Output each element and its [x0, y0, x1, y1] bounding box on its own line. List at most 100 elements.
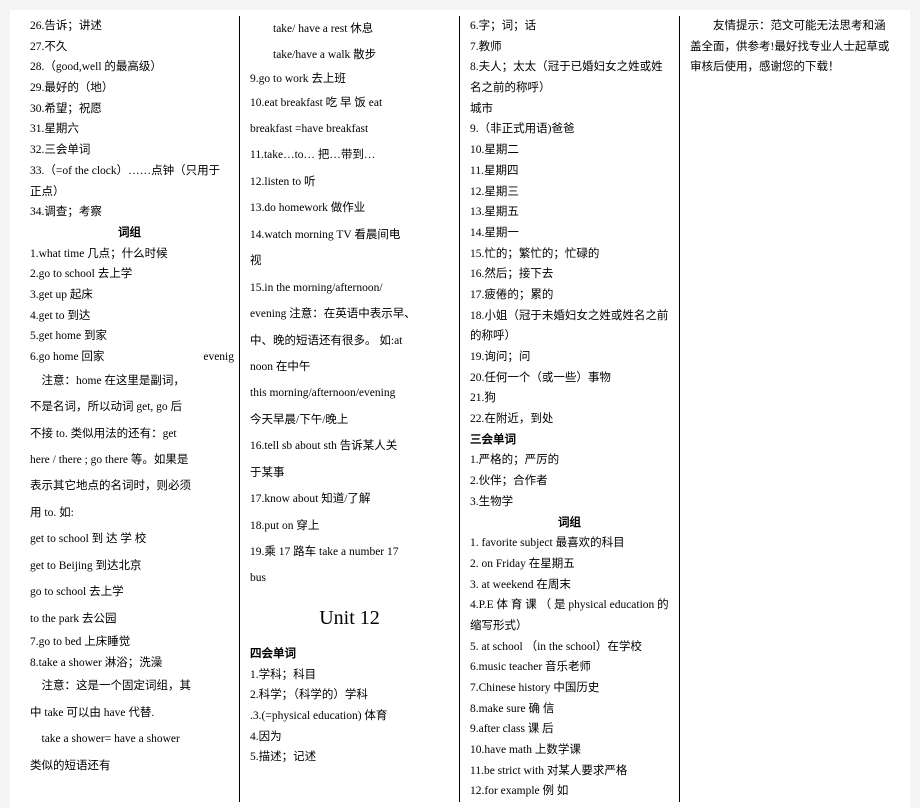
- column-2: take/ have a rest 休息 take/have a walk 散步…: [240, 16, 460, 802]
- vocab-item: 30.希望；祝愿: [30, 99, 229, 120]
- note-text: this morning/afternoon/evening: [250, 380, 449, 406]
- phrase-item: 17.know about 知道/了解: [250, 486, 449, 512]
- vocab-item: 10.星期二: [470, 140, 669, 161]
- note-text: 类似的短语还有: [30, 753, 229, 779]
- phrase-item: 6.go home 回家: [30, 351, 104, 363]
- unit-title: Unit 12: [250, 600, 449, 636]
- note-text: 注意：home 在这里是副词，: [30, 368, 229, 394]
- note-text: 不接 to. 类似用法的还有：get: [30, 421, 229, 447]
- example-text: to the park 去公园: [30, 606, 229, 632]
- phrase-item: 4.P.E 体 育 课 （ 是 physical education 的缩写形式…: [470, 595, 669, 636]
- phrase-heading: 词组: [470, 513, 669, 534]
- vocab-item: 21.狗: [470, 388, 669, 409]
- evenig-fragment: evenig: [203, 347, 234, 368]
- vocab-item: 33.（=of the clock）……点钟（只用于正点）: [30, 161, 229, 202]
- phrase-item: 9.go to work 去上班: [250, 69, 449, 90]
- phrase-item: bus: [250, 565, 449, 591]
- phrase-item: 7.go to bed 上床睡觉: [30, 632, 229, 653]
- phrase-item: 3.get up 起床: [30, 285, 229, 306]
- phrase-item: 18.put on 穿上: [250, 513, 449, 539]
- vocab-item: 11.星期四: [470, 161, 669, 182]
- phrase-item: 11.be strict with 对某人要求严格: [470, 761, 669, 782]
- note-text: 表示其它地点的名词时，则必须: [30, 473, 229, 499]
- vocab-item: 22.在附近，到处: [470, 409, 669, 430]
- column-4: 友情提示：范文可能无法思考和涵盖全面，供参考!最好找专业人士起草或审核后使用，感…: [680, 16, 900, 802]
- phrase-item: 13.do homework 做作业: [250, 195, 449, 221]
- vocab-item: 19.询问；问: [470, 347, 669, 368]
- phrase-item: 6.music teacher 音乐老师: [470, 657, 669, 678]
- vocab-item: 31.星期六: [30, 119, 229, 140]
- example-text: get to Beijing 到达北京: [30, 553, 229, 579]
- phrase-item: 19.乘 17 路车 take a number 17: [250, 539, 449, 565]
- phrase-item: 9.after class 课 后: [470, 719, 669, 740]
- phrase-item: 2. on Friday 在星期五: [470, 554, 669, 575]
- phrase-item: 15.in the morning/afternoon/: [250, 275, 449, 301]
- vocab-item: 34.调查；考察: [30, 202, 229, 223]
- phrase-item: 8.take a shower 淋浴；洗澡: [30, 653, 229, 674]
- vocab-item: 32.三会单词: [30, 140, 229, 161]
- vocab-item: 18.小姐（冠于未婚妇女之姓或姓名之前的称呼）: [470, 306, 669, 347]
- vocab-item: 城市: [470, 99, 669, 120]
- phrase-item: 8.make sure 确 信: [470, 699, 669, 720]
- vocab-item: 8.夫人；太太（冠于已婚妇女之姓或姓名之前的称呼）: [470, 57, 669, 98]
- vocab-item: 29.最好的（地）: [30, 78, 229, 99]
- vocab-item: .3.(=physical education) 体育: [250, 706, 449, 727]
- column-3: 6.字；词；话 7.教师 8.夫人；太太（冠于已婚妇女之姓或姓名之前的称呼） 城…: [460, 16, 680, 802]
- vocab-item: 4.因为: [250, 727, 449, 748]
- phrase-item: 12.listen to 听: [250, 169, 449, 195]
- phrase-item: 14.watch morning TV 看晨间电: [250, 222, 449, 248]
- vocab-item: 2.科学；（科学的）学科: [250, 685, 449, 706]
- note-text: 注意：这是一个固定词组，其: [30, 673, 229, 699]
- note-text: here / there ; go there 等。如果是: [30, 447, 229, 473]
- vocab-item: 14.星期一: [470, 223, 669, 244]
- vocab-item: 3.生物学: [470, 492, 669, 513]
- vocab-item: 17.疲倦的；累的: [470, 285, 669, 306]
- vocab-item: 1.严格的；严厉的: [470, 450, 669, 471]
- vocab-item: 1.学科；科目: [250, 665, 449, 686]
- vocab-item: 26.告诉；讲述: [30, 16, 229, 37]
- document-page: 26.告诉；讲述 27.不久 28.（good,well 的最高级） 29.最好…: [10, 10, 910, 808]
- phrase-item: 视: [250, 248, 449, 274]
- note-text: 中、晚的短语还有很多。 如:at: [250, 328, 449, 354]
- three-heading: 三会单词: [470, 430, 669, 451]
- note-text: 用 to. 如:: [30, 500, 229, 526]
- vocab-item: 15.忙的；繁忙的；忙碌的: [470, 244, 669, 265]
- phrase-item: 12.for example 例 如: [470, 781, 669, 802]
- tip-text: 友情提示：范文可能无法思考和涵盖全面，供参考!最好找专业人士起草或审核后使用，感…: [690, 16, 890, 78]
- note-text: noon 在中午: [250, 354, 449, 380]
- phrase-item: take/have a walk 散步: [250, 42, 449, 68]
- phrase-item: 10.eat breakfast 吃 早 饭 eat: [250, 90, 449, 116]
- phrase-item: 1.what time 几点；什么时候: [30, 244, 229, 265]
- phrase-item: breakfast =have breakfast: [250, 116, 449, 142]
- example-text: go to school 去上学: [30, 579, 229, 605]
- vocab-item: 12.星期三: [470, 182, 669, 203]
- vocab-item: 7.教师: [470, 37, 669, 58]
- vocab-item: 2.伙伴；合作者: [470, 471, 669, 492]
- phrase-item: 2.go to school 去上学: [30, 264, 229, 285]
- phrase-item: 于某事: [250, 460, 449, 486]
- vocab-item: 9.（非正式用语)爸爸: [470, 119, 669, 140]
- vocab-item: 27.不久: [30, 37, 229, 58]
- four-heading: 四会单词: [250, 644, 449, 665]
- note-text: 中 take 可以由 have 代替.: [30, 700, 229, 726]
- phrase-item: take/ have a rest 休息: [250, 16, 449, 42]
- note-text: 不是名词，所以动词 get, go 后: [30, 394, 229, 420]
- vocab-item: 5.描述；记述: [250, 747, 449, 768]
- phrase-item: 3. at weekend 在周末: [470, 575, 669, 596]
- phrase-item: 1. favorite subject 最喜欢的科目: [470, 533, 669, 554]
- vocab-item: 16.然后；接下去: [470, 264, 669, 285]
- note-text: take a shower= have a shower: [30, 726, 229, 752]
- phrase-item: 16.tell sb about sth 告诉某人关: [250, 433, 449, 459]
- note-text: evening 注意：在英语中表示早、: [250, 301, 449, 327]
- note-text: 今天早晨/下午/晚上: [250, 407, 449, 433]
- vocab-item: 13.星期五: [470, 202, 669, 223]
- phrase-item: 7.Chinese history 中国历史: [470, 678, 669, 699]
- example-text: get to school 到 达 学 校: [30, 526, 229, 552]
- column-1: 26.告诉；讲述 27.不久 28.（good,well 的最高级） 29.最好…: [20, 16, 240, 802]
- phrase-item: 10.have math 上数学课: [470, 740, 669, 761]
- vocab-item: 28.（good,well 的最高级）: [30, 57, 229, 78]
- phrase-heading: 词组: [30, 223, 229, 244]
- vocab-item: 20.任何一个（或一些）事物: [470, 368, 669, 389]
- phrase-item: 4.get to 到达: [30, 306, 229, 327]
- phrase-item: 5.get home 到家: [30, 326, 229, 347]
